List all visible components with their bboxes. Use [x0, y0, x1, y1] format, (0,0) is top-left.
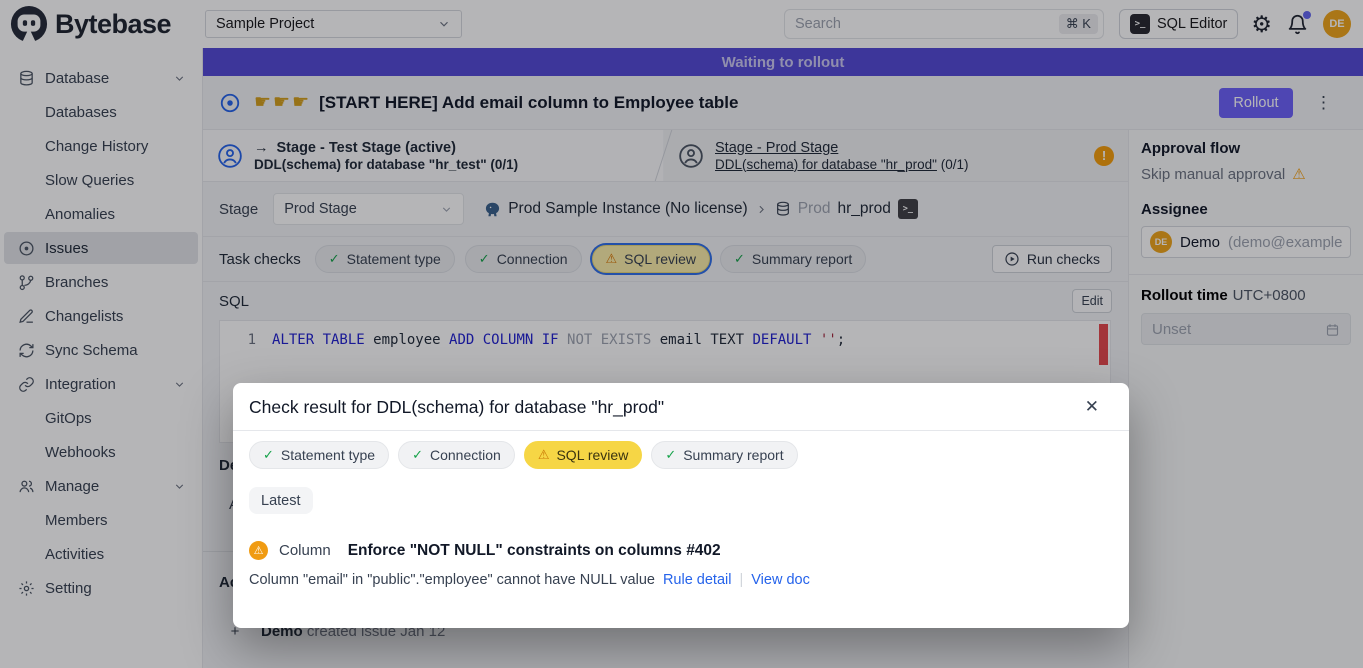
check-icon: ✓: [665, 447, 676, 463]
link-divider: |: [739, 572, 743, 588]
latest-badge: Latest: [249, 487, 313, 514]
finding-category: Column: [279, 542, 331, 559]
finding-rule: Enforce "NOT NULL" constraints on column…: [348, 542, 721, 560]
modal-check-tabs: ✓Statement type ✓Connection ⚠SQL review …: [249, 441, 1113, 469]
close-icon[interactable]: ✕: [1085, 397, 1113, 417]
modal-tab-sql-review[interactable]: ⚠SQL review: [524, 441, 643, 469]
check-icon: ✓: [263, 447, 274, 463]
modal-tab-summary-report[interactable]: ✓Summary report: [651, 441, 797, 469]
finding-detail: Column "email" in "public"."employee" ca…: [249, 572, 655, 588]
view-doc-link[interactable]: View doc: [751, 572, 810, 588]
warning-circle-icon: ⚠: [249, 541, 268, 560]
check-result-modal: Check result for DDL(schema) for databas…: [233, 383, 1129, 628]
check-icon: ✓: [412, 447, 423, 463]
bytebase-app: Bytebase Sample Project Search ⌘ K >_ SQ…: [0, 0, 1363, 668]
warning-icon: ⚠: [538, 447, 550, 463]
rule-detail-link[interactable]: Rule detail: [663, 572, 732, 588]
modal-divider: [233, 430, 1129, 431]
modal-tab-statement-type[interactable]: ✓Statement type: [249, 441, 389, 469]
modal-tab-connection[interactable]: ✓Connection: [398, 441, 515, 469]
modal-title: Check result for DDL(schema) for databas…: [249, 397, 664, 418]
review-finding: ⚠ Column Enforce "NOT NULL" constraints …: [249, 541, 1113, 560]
